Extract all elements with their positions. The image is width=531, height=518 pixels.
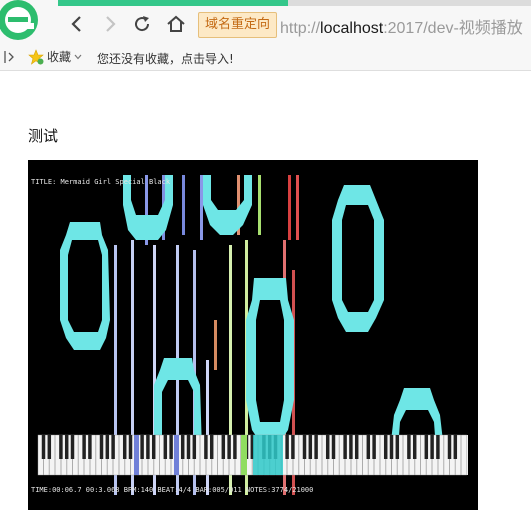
bookmark-bar: 收藏 您还没有收藏，点击导入!	[0, 44, 531, 71]
home-icon	[167, 15, 185, 32]
piano-black-key	[47, 435, 52, 459]
arrow-right-icon	[106, 16, 116, 32]
url-host: localhost	[320, 20, 384, 37]
reload-icon	[135, 16, 150, 32]
favorites-menu[interactable]: 收藏	[28, 48, 82, 65]
piano-black-key	[82, 435, 86, 459]
piano-black-key	[453, 435, 458, 459]
piano-black-key	[204, 435, 208, 459]
redirect-badge[interactable]: 域名重定向	[198, 12, 278, 38]
piano-black-key	[227, 435, 231, 459]
arrow-left-icon	[71, 16, 81, 32]
piano-black-key	[424, 435, 429, 459]
piano-black-key	[383, 435, 388, 459]
piano-black-key	[343, 435, 347, 459]
piano-black-key	[192, 435, 197, 459]
url-scheme: http://	[280, 20, 321, 37]
piano-black-key	[64, 435, 69, 459]
video-title-overlay: TITLE: Mermaid Girl Special Black	[31, 178, 171, 186]
piano-black-key	[111, 435, 115, 459]
video-player[interactable]: TITLE: Mermaid Girl Special Black TIME:0…	[28, 160, 478, 510]
piano-white-key	[461, 434, 467, 476]
piano-black-key	[163, 435, 168, 459]
piano-black-key	[105, 435, 110, 459]
piano-black-key	[151, 435, 156, 459]
piano-black-key	[285, 435, 289, 459]
piano-black-key	[372, 435, 376, 459]
browser-logo-icon[interactable]	[0, 0, 42, 44]
piano-black-key	[325, 435, 330, 459]
inactive-tab-strip[interactable]	[288, 0, 531, 6]
chevron-down-icon	[74, 54, 82, 59]
piano-black-key	[349, 435, 353, 459]
piano-black-key	[314, 435, 318, 459]
piano-keyboard	[37, 434, 468, 476]
piano-black-key	[99, 435, 104, 459]
piano-black-key	[308, 435, 313, 459]
browser-toolbar: 域名重定向 http://localhost:2017/dev-视频播放	[0, 0, 531, 44]
favorites-label: 收藏	[47, 50, 72, 64]
import-bookmarks-link[interactable]: 您还没有收藏，点击导入!	[97, 50, 234, 67]
piano-black-key	[412, 435, 417, 459]
back-button[interactable]	[66, 12, 88, 36]
piano-black-key	[302, 435, 307, 459]
video-status-overlay: TIME:00:06.7 00:3.068 BPM:140 BEAT:4/4 B…	[31, 486, 313, 494]
piano-black-key	[209, 435, 214, 459]
piano-black-key	[169, 435, 173, 459]
piano-black-key	[395, 435, 400, 459]
forward-button[interactable]	[99, 12, 121, 36]
piano-black-key	[122, 435, 127, 459]
piano-black-key	[128, 435, 133, 459]
piano-black-key	[221, 435, 226, 459]
piano-black-key	[291, 435, 295, 459]
piano-black-key	[233, 435, 237, 459]
piano-black-key	[407, 435, 411, 459]
star-icon	[28, 48, 44, 65]
url-path: :2017/dev-视频播放	[383, 20, 523, 37]
page-title: 测试	[28, 127, 59, 145]
piano-black-key	[186, 435, 191, 459]
piano-black-key	[389, 435, 394, 459]
home-button[interactable]	[165, 12, 187, 36]
piano-black-key	[331, 435, 336, 459]
reload-button[interactable]	[131, 12, 153, 36]
piano-black-key	[366, 435, 371, 459]
sidebar-toggle-icon	[4, 51, 14, 63]
piano-black-key	[59, 435, 63, 459]
piano-black-key	[180, 435, 185, 459]
piano-black-key	[436, 435, 440, 459]
piano-black-key	[140, 435, 144, 459]
piano-black-key	[41, 435, 46, 459]
piano-black-key	[146, 435, 150, 459]
sidebar-toggle-button[interactable]	[3, 49, 17, 65]
piano-black-key	[354, 435, 359, 459]
piano-black-key	[88, 435, 92, 459]
address-bar[interactable]: http://localhost:2017/dev-视频播放	[280, 14, 523, 38]
video-frame: TITLE: Mermaid Girl Special Black TIME:0…	[28, 160, 478, 510]
active-tab-indicator[interactable]	[58, 0, 288, 6]
piano-black-key	[430, 435, 434, 459]
piano-black-key	[447, 435, 452, 459]
piano-black-key	[70, 435, 75, 459]
